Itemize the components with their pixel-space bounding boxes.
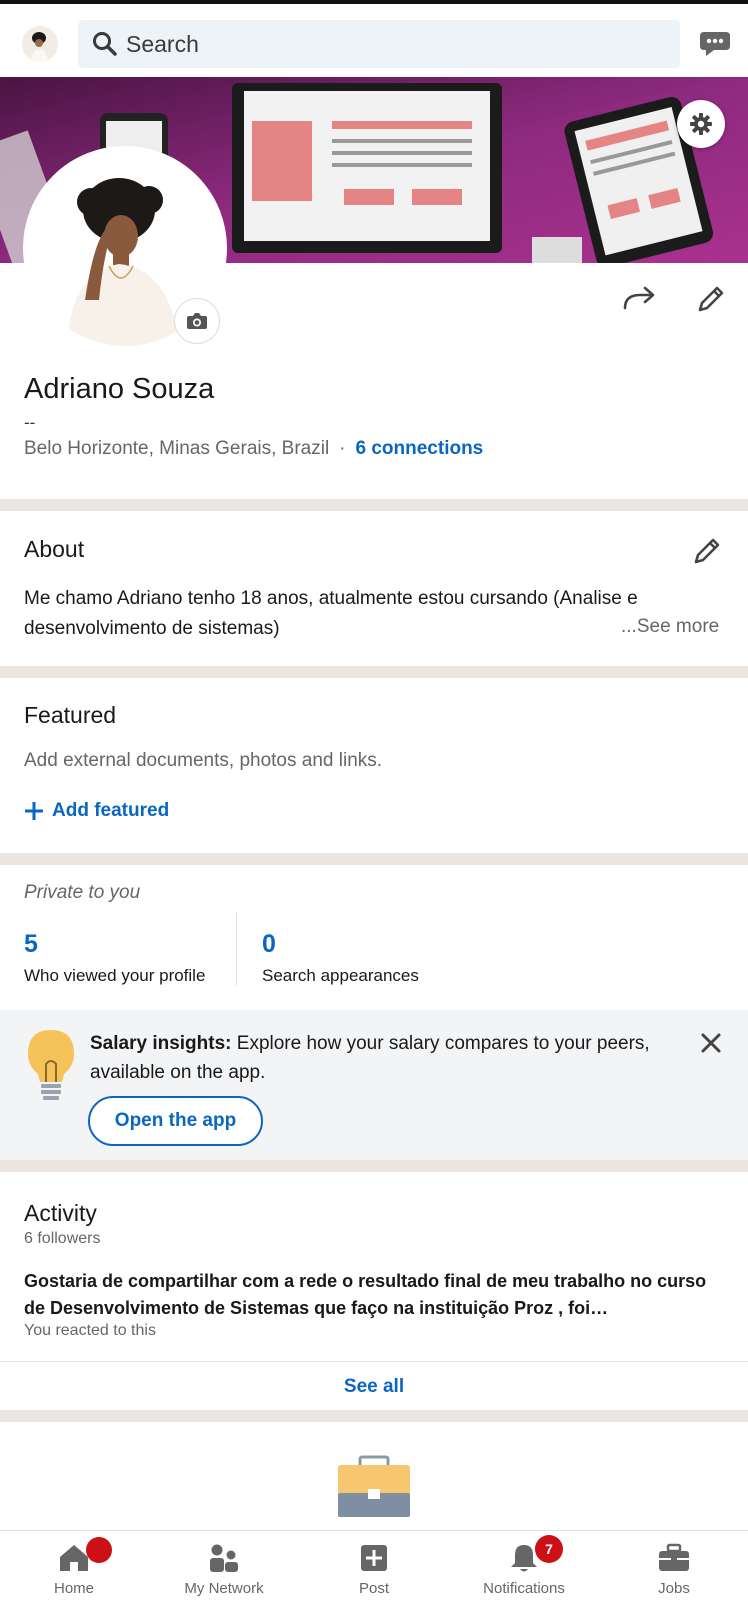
plus-icon bbox=[25, 802, 43, 820]
nav-my-network[interactable]: My Network bbox=[164, 1531, 284, 1600]
search-appearances-label[interactable]: Search appearances bbox=[262, 966, 419, 986]
see-all-button[interactable]: See all bbox=[0, 1376, 748, 1398]
activity-title: Activity bbox=[24, 1200, 97, 1226]
profile-name: Adriano Souza bbox=[24, 373, 215, 405]
share-icon[interactable] bbox=[622, 286, 656, 310]
salary-insights-text: Salary insights: Explore how your salary… bbox=[90, 1029, 670, 1087]
section-divider bbox=[0, 666, 748, 678]
edit-profile-icon[interactable] bbox=[696, 284, 726, 314]
close-icon[interactable] bbox=[700, 1032, 722, 1054]
nav-jobs-label: Jobs bbox=[658, 1580, 690, 1597]
nav-home-label: Home bbox=[53, 1580, 94, 1597]
top-bar: Search bbox=[0, 0, 748, 77]
edit-about-icon[interactable] bbox=[692, 536, 722, 566]
search-icon bbox=[93, 32, 117, 56]
bottom-navigation: Home My Network Post 7 Notifications Job… bbox=[0, 1530, 748, 1600]
camera-icon bbox=[187, 313, 207, 329]
about-title: About bbox=[24, 536, 85, 562]
add-featured-button[interactable]: Add featured bbox=[24, 800, 169, 822]
private-label: Private to you bbox=[24, 882, 141, 903]
section-divider bbox=[0, 1160, 748, 1172]
featured-title: Featured bbox=[24, 702, 117, 728]
briefcase-icon bbox=[659, 1543, 689, 1571]
banner-settings-button[interactable] bbox=[677, 100, 725, 148]
user-avatar[interactable] bbox=[22, 26, 58, 62]
separator-dot: · bbox=[339, 438, 346, 459]
open-app-button[interactable]: Open the app bbox=[88, 1096, 263, 1146]
lightbulb-icon bbox=[28, 1030, 74, 1100]
activity-post-meta: You reacted to this bbox=[24, 1322, 156, 1339]
profile-views-label[interactable]: Who viewed your profile bbox=[24, 966, 205, 986]
see-all-separator bbox=[0, 1361, 748, 1362]
section-divider bbox=[0, 499, 748, 511]
nav-notifications[interactable]: 7 Notifications bbox=[464, 1531, 584, 1600]
stat-separator bbox=[236, 912, 237, 986]
network-icon bbox=[210, 1544, 238, 1572]
nav-post[interactable]: Post bbox=[314, 1531, 434, 1600]
location-line: Belo Horizonte, Minas Gerais, Brazil · 6 c… bbox=[24, 438, 483, 460]
gear-icon bbox=[690, 113, 712, 135]
nav-notifications-label: Notifications bbox=[483, 1580, 565, 1597]
section-divider bbox=[0, 853, 748, 865]
add-featured-label: Add featured bbox=[52, 800, 170, 821]
section-divider bbox=[0, 1410, 748, 1422]
activity-post-text[interactable]: Gostaria de compartilhar com a rede o re… bbox=[24, 1268, 724, 1322]
followers-count: 6 followers bbox=[24, 1230, 101, 1247]
search-input[interactable]: Search bbox=[78, 20, 680, 68]
profile-location: Belo Horizonte, Minas Gerais, Brazil bbox=[24, 438, 330, 459]
featured-description: Add external documents, photos and links… bbox=[24, 750, 383, 771]
notifications-badge: 7 bbox=[535, 1535, 563, 1563]
post-icon bbox=[361, 1545, 387, 1571]
briefcase-illustration-icon bbox=[338, 1455, 410, 1517]
nav-post-label: Post bbox=[358, 1580, 389, 1597]
messaging-icon[interactable] bbox=[698, 30, 732, 58]
salary-insights-card: Salary insights: Explore how your salary… bbox=[0, 1010, 748, 1160]
home-badge bbox=[86, 1537, 145, 1564]
nav-my-network-label: My Network bbox=[184, 1580, 264, 1597]
see-more-link[interactable]: ...See more bbox=[621, 616, 719, 638]
profile-headline: -- bbox=[24, 413, 36, 432]
connections-link[interactable]: 6 connections bbox=[356, 438, 484, 459]
nav-jobs[interactable]: Jobs bbox=[614, 1531, 734, 1600]
search-appearances-count[interactable]: 0 bbox=[262, 930, 276, 959]
nav-home[interactable]: Home bbox=[14, 1531, 145, 1600]
profile-views-count[interactable]: 5 bbox=[24, 930, 38, 959]
search-placeholder: Search bbox=[126, 31, 199, 57]
change-photo-button[interactable] bbox=[174, 298, 220, 344]
about-text: Me chamo Adriano tenho 18 anos, atualmen… bbox=[24, 588, 638, 639]
salary-insights-title: Salary insights: bbox=[90, 1033, 232, 1054]
